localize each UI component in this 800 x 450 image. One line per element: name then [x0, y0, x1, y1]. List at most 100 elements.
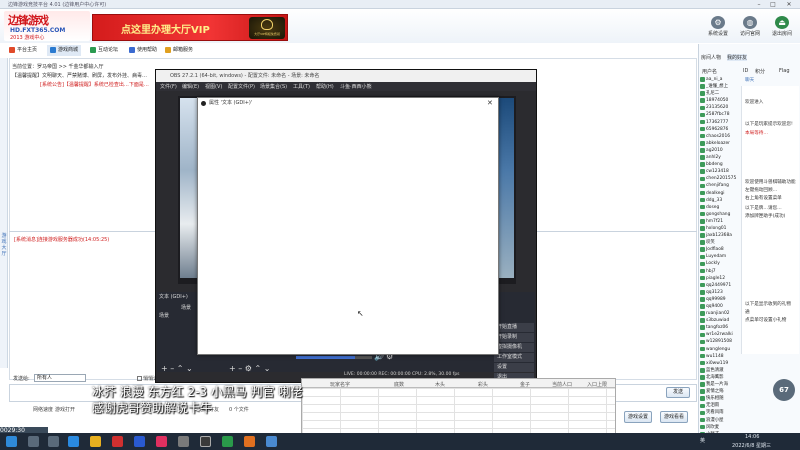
obs-menu-edit[interactable]: 编辑(E) — [182, 83, 199, 90]
user-list-item[interactable]: ddg_33 — [700, 197, 740, 204]
maximize-button[interactable]: □ — [766, 0, 780, 9]
obs-taskbar-icon[interactable] — [200, 436, 211, 447]
user-list-item[interactable]: piagle12 — [700, 275, 740, 282]
user-list-item[interactable]: xi0ww119 — [700, 360, 740, 367]
user-list-item[interactable]: 我是一片海 — [700, 381, 740, 388]
user-list-item[interactable]: 18974050 — [700, 97, 740, 104]
app-icon-blue[interactable] — [134, 436, 145, 447]
user-list-item[interactable]: qq3123 — [700, 289, 740, 296]
game-view-button[interactable]: 游戏看看 — [660, 411, 688, 423]
user-list-item[interactable]: cw123418 — [700, 168, 740, 175]
close-button[interactable]: ✕ — [782, 0, 796, 9]
status-item-open[interactable]: 游戏打开 — [55, 406, 75, 413]
user-list-item[interactable]: 孔尼二 — [700, 90, 740, 97]
exit-room-button[interactable]: ⏏ 退出房间 — [767, 15, 797, 41]
user-list-item[interactable]: tangfoz06 — [700, 324, 740, 331]
game-hall-toggle[interactable]: 游戏大厅 — [0, 233, 8, 257]
sheet-col-player[interactable]: 玩家名字 — [330, 381, 350, 388]
user-list-item[interactable]: 无泪雨 — [700, 402, 740, 409]
task-view-icon[interactable] — [48, 436, 59, 447]
right-tab-friends[interactable]: 我的好友 — [727, 54, 748, 61]
user-list-item[interactable]: 23135620 — [700, 104, 740, 111]
col-flag[interactable]: Flag — [779, 68, 790, 74]
right-tab-room[interactable]: 房间人物 — [701, 54, 721, 61]
user-list-item[interactable]: chen2201575 — [700, 175, 740, 182]
sheet-col-base[interactable]: 底数 — [394, 381, 404, 388]
user-list-item[interactable]: 风吹麦 — [700, 424, 740, 431]
user-list-item[interactable]: jaxb12368a — [700, 232, 740, 239]
user-list-item[interactable]: 65962876 — [700, 126, 740, 133]
add-scene-button[interactable]: + – ⌃ ⌄ — [161, 364, 193, 373]
user-list-item[interactable]: gongshang — [700, 211, 740, 218]
user-list-item[interactable]: chenjifang — [700, 182, 740, 189]
obs-menu-channel[interactable]: 斗鱼·西西小熊 — [340, 83, 372, 90]
close-icon[interactable]: ✕ — [487, 99, 493, 107]
send-target-select[interactable]: 所有人 — [34, 374, 86, 382]
user-list-item[interactable]: 2587fbc78 — [700, 111, 740, 118]
sheet-col-limit[interactable]: 入口上限 — [587, 381, 607, 388]
windows-start-icon[interactable] — [6, 436, 17, 447]
sheet-col-gold[interactable]: 金子 — [520, 381, 530, 388]
col-score[interactable]: 积分 — [755, 68, 765, 75]
user-list-item[interactable]: 叹笑 — [700, 239, 740, 246]
app-icon-green[interactable] — [222, 436, 233, 447]
user-list-item[interactable]: dealkegi — [700, 190, 740, 197]
search-icon[interactable] — [28, 436, 39, 447]
folder-icon[interactable] — [90, 436, 101, 447]
clock-time[interactable]: 14:06 — [745, 434, 759, 440]
user-list-item[interactable]: wr1e2rwalki — [700, 331, 740, 338]
right-tab-chat[interactable]: 聊天 — [745, 78, 799, 85]
user-list-item[interactable]: hm7f21 — [700, 218, 740, 225]
obs-menu-help[interactable]: 帮助(H) — [316, 83, 334, 90]
user-list-item[interactable]: _谁懂_想上 — [700, 83, 740, 90]
user-list-item[interactable]: Jodflao8 — [700, 246, 740, 253]
user-list-item[interactable]: ag2010 — [700, 147, 740, 154]
col-id[interactable]: ID — [743, 68, 748, 74]
obs-start-record[interactable]: 开始录制 — [494, 333, 534, 342]
obs-menu-file[interactable]: 文件(F) — [160, 83, 177, 90]
user-list-item[interactable]: abkeloazer — [700, 140, 740, 147]
obs-start-stream[interactable]: 开始直播 — [494, 323, 534, 332]
system-settings-button[interactable]: ⚙ 系统设置 — [703, 15, 733, 41]
app-icon-grey[interactable] — [178, 436, 189, 447]
user-list-item[interactable]: wu1148 — [700, 353, 740, 360]
obs-virtual-cam[interactable]: 虚拟摄像机 — [494, 343, 534, 352]
user-list-item[interactable]: chaos2016 — [700, 133, 740, 140]
visit-website-button[interactable]: ◍ 访问官网 — [735, 15, 765, 41]
user-list-item[interactable]: Luyedam — [700, 253, 740, 260]
user-list-item[interactable]: doseg — [700, 204, 740, 211]
obs-menu-profile[interactable]: 配置文件(P) — [228, 83, 255, 90]
brand-logo[interactable]: 边锋游戏 HD.FXT365.COM 2013 游戏中心 — [4, 11, 90, 41]
obs-menu-tools[interactable]: 工具(T) — [293, 83, 310, 90]
user-list-item[interactable]: 爱情之殇 — [700, 388, 740, 395]
user-list-item[interactable]: 浪漫小屋 — [700, 417, 740, 424]
sheet-col-population[interactable]: 当前人口 — [552, 381, 572, 388]
user-list-item[interactable]: anhl2y — [700, 154, 740, 161]
speed-indicator[interactable]: 67 — [773, 379, 795, 401]
user-list-item[interactable]: qq9400 — [700, 303, 740, 310]
tab-shop[interactable]: 游戏商城 — [47, 45, 82, 56]
app-icon-lightblue[interactable] — [266, 436, 277, 447]
spreadsheet-grid[interactable] — [302, 388, 615, 433]
game-settings-button[interactable]: 游戏设置 — [624, 411, 652, 423]
user-list-item[interactable]: qq99989 — [700, 296, 740, 303]
user-list-item[interactable]: hbj7 — [700, 268, 740, 275]
user-list-item[interactable]: 北海鹰影 — [700, 374, 740, 381]
user-list-item[interactable]: w12891508 — [700, 338, 740, 345]
user-list-item[interactable]: Lockly — [700, 260, 740, 267]
user-list-item[interactable]: 笑看风雨 — [700, 409, 740, 416]
tab-forum[interactable]: 互动论坛 — [87, 45, 121, 56]
user-list-item[interactable]: ruanjian02 — [700, 310, 740, 317]
edge-icon[interactable] — [68, 436, 79, 447]
vip-banner[interactable]: 点这里办理大厅VIP 大厅VIP特权免费领 — [92, 14, 288, 41]
clock-date[interactable]: 2022/6/8 星期三 — [732, 442, 771, 449]
obs-settings[interactable]: 设置 — [494, 363, 534, 372]
user-list-item[interactable]: 快乐相随 — [700, 395, 740, 402]
app-icon-orange[interactable] — [244, 436, 255, 447]
tab-home[interactable]: 平台主页 — [6, 45, 40, 56]
col-username[interactable]: 用户名 — [702, 68, 717, 75]
minimize-button[interactable]: – — [752, 0, 766, 9]
obs-studio-mode[interactable]: 工作室模式 — [494, 353, 534, 362]
user-list-item[interactable]: s3bzuwiad — [700, 317, 740, 324]
user-list-item[interactable]: hxlong01 — [700, 225, 740, 232]
